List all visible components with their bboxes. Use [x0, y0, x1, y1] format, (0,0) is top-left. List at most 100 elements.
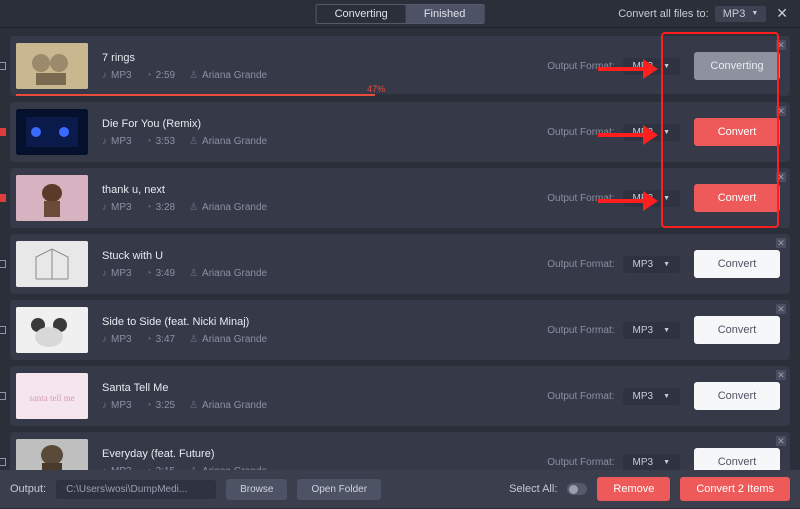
convert-button[interactable]: Convert [694, 448, 780, 470]
conversion-list: 7 rings ♪MP3 ◔2:59 ♙Ariana Grande Output… [0, 28, 800, 470]
person-icon: ♙ [189, 466, 198, 471]
output-format-label: Output Format: [547, 127, 614, 138]
tab-finished[interactable]: Finished [406, 5, 484, 23]
progress-percent: 47% [367, 84, 385, 94]
row-close-icon[interactable]: ✕ [776, 172, 786, 182]
track-title: 7 rings [102, 52, 533, 64]
open-folder-button[interactable]: Open Folder [297, 479, 381, 500]
track-meta: ♪MP3 ◔3:15 ♙Ariana Grande [102, 466, 533, 471]
person-icon: ♙ [189, 70, 198, 81]
output-format-select[interactable]: MP3 ▼ [623, 190, 681, 207]
track-row: Side to Side (feat. Nicki Minaj) ♪MP3 ◔3… [10, 300, 790, 360]
track-title: thank u, next [102, 184, 533, 196]
converting-button: Converting [694, 52, 780, 80]
output-format-label: Output Format: [547, 391, 614, 402]
row-close-icon[interactable]: ✕ [776, 106, 786, 116]
output-format-select[interactable]: MP3 ▼ [623, 256, 681, 273]
convert-button[interactable]: Convert [694, 250, 780, 278]
output-format-select[interactable]: MP3 ▼ [623, 124, 681, 141]
track-meta: ♪MP3 ◔3:28 ♙Ariana Grande [102, 202, 533, 213]
track-meta: ♪MP3 ◔3:25 ♙Ariana Grande [102, 400, 533, 411]
chevron-down-icon: ▼ [663, 393, 670, 400]
chevron-down-icon: ▼ [663, 63, 670, 70]
row-close-icon[interactable]: ✕ [776, 40, 786, 50]
music-note-icon: ♪ [102, 136, 107, 147]
music-note-icon: ♪ [102, 268, 107, 279]
track-thumbnail [16, 43, 88, 89]
output-format-label: Output Format: [547, 457, 614, 468]
close-icon[interactable]: ✕ [772, 5, 792, 22]
track-thumbnail [16, 241, 88, 287]
convert-button[interactable]: Convert [694, 118, 780, 146]
svg-text:santa tell me: santa tell me [29, 393, 74, 403]
track-meta: ♪MP3 ◔3:49 ♙Ariana Grande [102, 268, 533, 279]
tab-converting[interactable]: Converting [317, 5, 406, 23]
output-format-select[interactable]: MP3 ▼ [623, 58, 681, 75]
chevron-down-icon: ▼ [751, 10, 758, 17]
music-note-icon: ♪ [102, 70, 107, 81]
select-all-toggle[interactable] [567, 483, 587, 495]
clock-icon: ◔ [146, 136, 152, 147]
track-row: Die For You (Remix) ♪MP3 ◔3:53 ♙Ariana G… [10, 102, 790, 162]
row-checkbox[interactable] [0, 392, 6, 400]
music-note-icon: ♪ [102, 334, 107, 345]
track-row: santa tell me Santa Tell Me ♪MP3 ◔3:25 ♙… [10, 366, 790, 426]
music-note-icon: ♪ [102, 202, 107, 213]
track-meta: ♪MP3 ◔3:53 ♙Ariana Grande [102, 136, 533, 147]
track-thumbnail [16, 109, 88, 155]
person-icon: ♙ [189, 334, 198, 345]
clock-icon: ◔ [146, 268, 152, 279]
convert-button[interactable]: Convert [694, 316, 780, 344]
track-title: Die For You (Remix) [102, 118, 533, 130]
row-close-icon[interactable]: ✕ [776, 436, 786, 446]
track-row: thank u, next ♪MP3 ◔3:28 ♙Ariana Grande … [10, 168, 790, 228]
music-note-icon: ♪ [102, 466, 107, 471]
chevron-down-icon: ▼ [663, 195, 670, 202]
row-close-icon[interactable]: ✕ [776, 370, 786, 380]
track-title: Stuck with U [102, 250, 533, 262]
output-format-label: Output Format: [547, 193, 614, 204]
track-thumbnail [16, 307, 88, 353]
clock-icon: ◔ [146, 70, 152, 81]
convert-button[interactable]: Convert [694, 382, 780, 410]
clock-icon: ◔ [146, 334, 152, 345]
output-format-select[interactable]: MP3 ▼ [623, 322, 681, 339]
track-title: Everyday (feat. Future) [102, 448, 533, 460]
convert-all-format-select[interactable]: MP3 ▼ [715, 6, 767, 22]
person-icon: ♙ [189, 400, 198, 411]
output-format-select[interactable]: MP3 ▼ [623, 454, 681, 471]
row-checkbox[interactable] [0, 326, 6, 334]
clock-icon: ◔ [146, 400, 152, 411]
row-checkbox[interactable] [0, 128, 6, 136]
row-checkbox[interactable] [0, 62, 6, 70]
track-row: 7 rings ♪MP3 ◔2:59 ♙Ariana Grande Output… [10, 36, 790, 96]
convert-button[interactable]: Convert [694, 184, 780, 212]
person-icon: ♙ [189, 136, 198, 147]
remove-button[interactable]: Remove [597, 477, 670, 501]
clock-icon: ◔ [146, 466, 152, 471]
chevron-down-icon: ▼ [663, 327, 670, 334]
chevron-down-icon: ▼ [663, 261, 670, 268]
clock-icon: ◔ [146, 202, 152, 213]
browse-button[interactable]: Browse [226, 479, 287, 500]
row-checkbox[interactable] [0, 458, 6, 466]
output-format-select[interactable]: MP3 ▼ [623, 388, 681, 405]
track-row: Everyday (feat. Future) ♪MP3 ◔3:15 ♙Aria… [10, 432, 790, 470]
select-all-label: Select All: [509, 483, 557, 495]
convert-items-button[interactable]: Convert 2 Items [680, 477, 790, 501]
convert-all-format-value: MP3 [723, 8, 746, 20]
output-format-label: Output Format: [547, 61, 614, 72]
output-label: Output: [10, 483, 46, 495]
top-tabs: Converting Finished [316, 4, 485, 24]
track-thumbnail: santa tell me [16, 373, 88, 419]
row-checkbox[interactable] [0, 260, 6, 268]
track-meta: ♪MP3 ◔3:47 ♙Ariana Grande [102, 334, 533, 345]
row-checkbox[interactable] [0, 194, 6, 202]
track-title: Side to Side (feat. Nicki Minaj) [102, 316, 533, 328]
row-close-icon[interactable]: ✕ [776, 238, 786, 248]
chevron-down-icon: ▼ [663, 129, 670, 136]
output-path[interactable]: C:\Users\wosi\DumpMedi... [56, 480, 216, 499]
chevron-down-icon: ▼ [663, 459, 670, 466]
person-icon: ♙ [189, 202, 198, 213]
row-close-icon[interactable]: ✕ [776, 304, 786, 314]
